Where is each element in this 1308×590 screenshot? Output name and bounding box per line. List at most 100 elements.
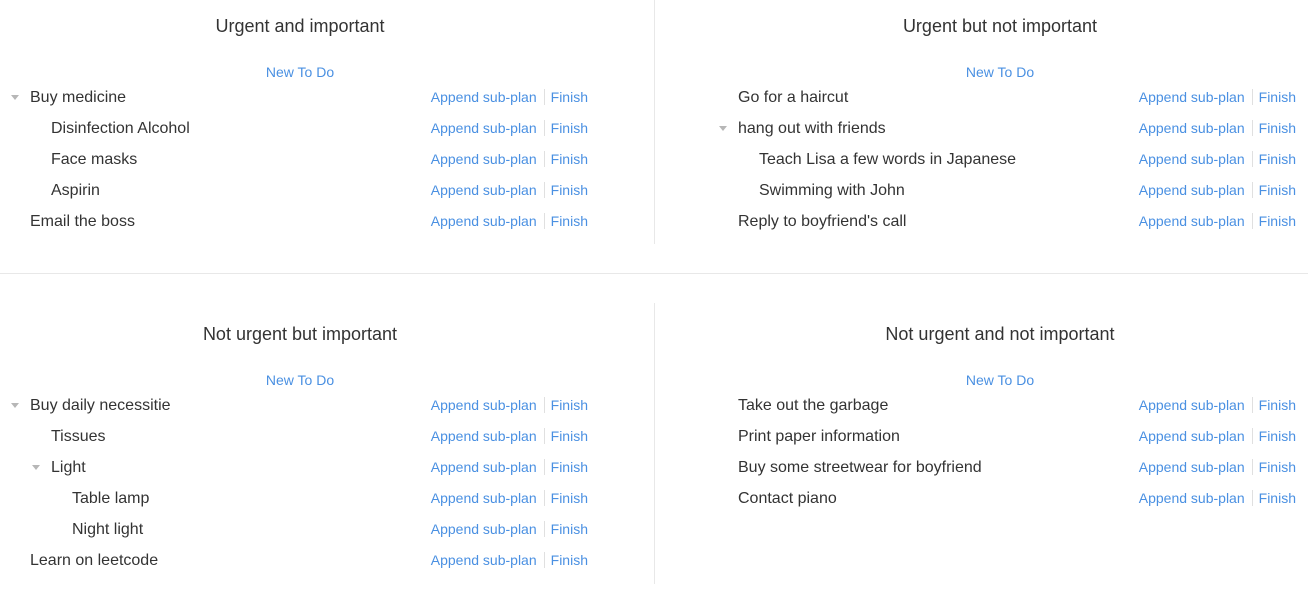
finish-link[interactable]: Finish	[1259, 397, 1296, 413]
todo-row: Disinfection Alcohol Append sub-plan Finis…	[0, 113, 600, 144]
todo-list: Buy medicine Append sub-plan Finish Disinfe…	[0, 82, 600, 237]
append-sub-plan-link[interactable]: Append sub-plan	[1139, 89, 1245, 105]
finish-link[interactable]: Finish	[1259, 151, 1296, 167]
finish-link[interactable]: Finish	[1259, 490, 1296, 506]
quadrant-urgent-important: Urgent and important New To Do Buy medic…	[0, 0, 600, 237]
action-separator	[543, 213, 545, 229]
append-sub-plan-link[interactable]: Append sub-plan	[431, 459, 537, 475]
append-sub-plan-link[interactable]: Append sub-plan	[431, 182, 537, 198]
todo-actions: Append sub-plan Finish	[1139, 82, 1296, 113]
action-separator	[543, 490, 545, 506]
finish-link[interactable]: Finish	[551, 89, 588, 105]
action-separator	[543, 89, 545, 105]
new-todo-link[interactable]: New To Do	[692, 371, 1308, 389]
finish-link[interactable]: Finish	[551, 120, 588, 136]
caret-down-icon[interactable]	[11, 403, 19, 408]
append-sub-plan-link[interactable]: Append sub-plan	[431, 151, 537, 167]
append-sub-plan-link[interactable]: Append sub-plan	[431, 397, 537, 413]
todo-row: Email the boss Append sub-plan Finish	[0, 206, 600, 237]
append-sub-plan-link[interactable]: Append sub-plan	[431, 120, 537, 136]
todo-row: Buy daily necessitie Append sub-plan Finis…	[0, 390, 600, 421]
append-sub-plan-link[interactable]: Append sub-plan	[1139, 213, 1245, 229]
finish-link[interactable]: Finish	[551, 213, 588, 229]
vertical-divider-bottom	[654, 303, 655, 584]
append-sub-plan-link[interactable]: Append sub-plan	[1139, 182, 1245, 198]
append-sub-plan-link[interactable]: Append sub-plan	[1139, 151, 1245, 167]
todo-actions: Append sub-plan Finish	[431, 144, 588, 175]
todo-row: Light Append sub-plan Finish	[0, 452, 600, 483]
todo-row: Buy some streetwear for boyfriend Append …	[700, 452, 1308, 483]
finish-link[interactable]: Finish	[551, 459, 588, 475]
horizontal-divider	[0, 273, 1308, 274]
todo-actions: Append sub-plan Finish	[1139, 206, 1296, 237]
append-sub-plan-link[interactable]: Append sub-plan	[1139, 397, 1245, 413]
todo-actions: Append sub-plan Finish	[431, 421, 588, 452]
todo-row: Buy medicine Append sub-plan Finish	[0, 82, 600, 113]
append-sub-plan-link[interactable]: Append sub-plan	[431, 428, 537, 444]
finish-link[interactable]: Finish	[551, 521, 588, 537]
append-sub-plan-link[interactable]: Append sub-plan	[1139, 490, 1245, 506]
append-sub-plan-link[interactable]: Append sub-plan	[1139, 459, 1245, 475]
quadrant-urgent-not-important: Urgent but not important New To Do Go fo…	[700, 0, 1308, 237]
new-todo-link[interactable]: New To Do	[0, 63, 600, 81]
todo-list: Buy daily necessitie Append sub-plan Finis…	[0, 390, 600, 576]
todo-row: Go for a haircut Append sub-plan Finish	[700, 82, 1308, 113]
todo-actions: Append sub-plan Finish	[1139, 452, 1296, 483]
todo-label: Buy daily necessitie	[30, 397, 171, 414]
append-sub-plan-link[interactable]: Append sub-plan	[431, 552, 537, 568]
todo-label: Teach Lisa a few words in Japanese	[759, 151, 1017, 168]
todo-actions: Append sub-plan Finish	[431, 545, 588, 576]
finish-link[interactable]: Finish	[1259, 428, 1296, 444]
caret-down-icon[interactable]	[11, 95, 19, 100]
append-sub-plan-link[interactable]: Append sub-plan	[431, 89, 537, 105]
append-sub-plan-link[interactable]: Append sub-plan	[431, 213, 537, 229]
todo-actions: Append sub-plan Finish	[431, 82, 588, 113]
quadrant-title: Urgent and important	[215, 16, 385, 36]
todo-label: Tissues	[51, 428, 106, 445]
new-todo-link[interactable]: New To Do	[0, 371, 600, 389]
todo-row: Take out the garbage Append sub-plan Finis…	[700, 390, 1308, 421]
todo-label: Buy medicine	[30, 89, 127, 106]
todo-actions: Append sub-plan Finish	[1139, 175, 1296, 206]
todo-row: Aspirin Append sub-plan Finish	[0, 175, 600, 206]
caret-down-icon[interactable]	[719, 126, 727, 131]
append-sub-plan-link[interactable]: Append sub-plan	[431, 490, 537, 506]
finish-link[interactable]: Finish	[1259, 213, 1296, 229]
todo-label: Email the boss	[30, 213, 135, 230]
finish-link[interactable]: Finish	[551, 182, 588, 198]
append-sub-plan-link[interactable]: Append sub-plan	[1139, 120, 1245, 136]
todo-list: Go for a haircut Append sub-plan Finish han…	[700, 82, 1308, 237]
append-sub-plan-link[interactable]: Append sub-plan	[431, 521, 537, 537]
todo-actions: Append sub-plan Finish	[1139, 421, 1296, 452]
quadrant-title: Urgent but not important	[902, 16, 1098, 36]
todo-actions: Append sub-plan Finish	[431, 483, 588, 514]
finish-link[interactable]: Finish	[551, 397, 588, 413]
caret-down-icon[interactable]	[32, 465, 40, 470]
append-sub-plan-link[interactable]: Append sub-plan	[1139, 428, 1245, 444]
action-separator	[1251, 459, 1253, 475]
new-todo-link[interactable]: New To Do	[692, 63, 1308, 81]
action-separator	[1251, 397, 1253, 413]
todo-label: Reply to boyfriend's call	[738, 213, 907, 230]
finish-link[interactable]: Finish	[1259, 89, 1296, 105]
finish-link[interactable]: Finish	[551, 428, 588, 444]
todo-row: Reply to boyfriend's call Append sub-plan…	[700, 206, 1308, 237]
todo-label: Buy some streetwear for boyfriend	[738, 459, 982, 476]
finish-link[interactable]: Finish	[551, 490, 588, 506]
finish-link[interactable]: Finish	[551, 151, 588, 167]
todo-label: Table lamp	[72, 490, 150, 507]
todo-row: Night light Append sub-plan Finish	[0, 514, 600, 545]
todo-row: hang out with friends Append sub-plan Fini…	[700, 113, 1308, 144]
finish-link[interactable]: Finish	[551, 552, 588, 568]
action-separator	[543, 428, 545, 444]
eisenhower-matrix: Urgent and important New To Do Buy medic…	[0, 0, 1308, 590]
todo-actions: Append sub-plan Finish	[431, 113, 588, 144]
action-separator	[1251, 182, 1253, 198]
quadrant-not-urgent-not-important: Not urgent and not important New To Do T…	[700, 308, 1308, 514]
finish-link[interactable]: Finish	[1259, 459, 1296, 475]
todo-label: hang out with friends	[738, 120, 886, 137]
finish-link[interactable]: Finish	[1259, 182, 1296, 198]
todo-row: Learn on leetcode Append sub-plan Finish	[0, 545, 600, 576]
finish-link[interactable]: Finish	[1259, 120, 1296, 136]
todo-actions: Append sub-plan Finish	[1139, 144, 1296, 175]
